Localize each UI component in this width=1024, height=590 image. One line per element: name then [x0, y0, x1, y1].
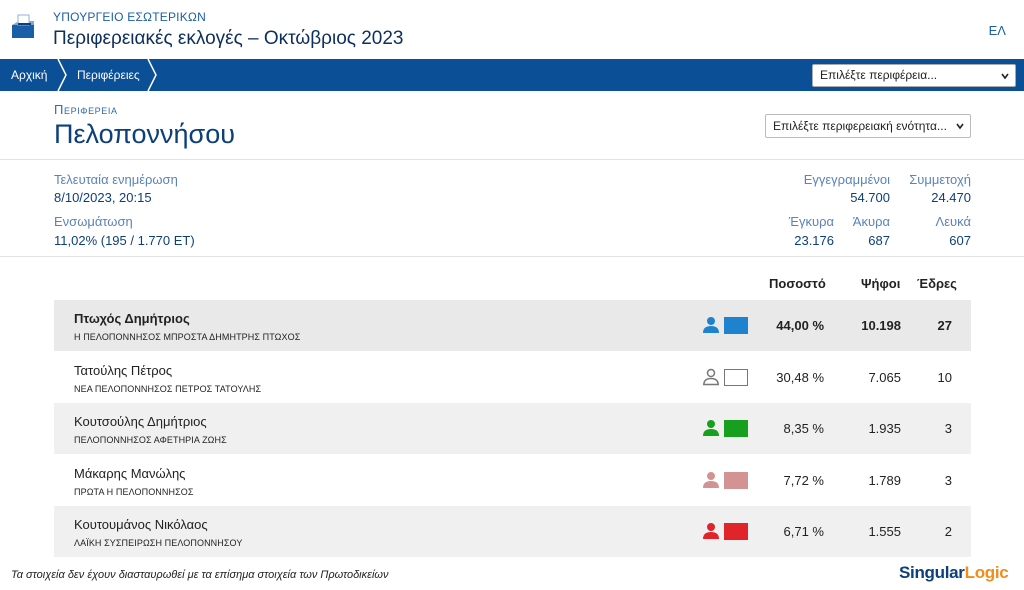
last-update-label: Τελευταία ενημέρωση	[54, 172, 178, 187]
table-row[interactable]: Μάκαρης Μανώλης ΠΡΩΤΑ Η ΠΕΛΟΠΟΝΝΗΣΟΣ 7,7…	[54, 455, 971, 506]
region-select[interactable]: Επιλέξτε περιφέρεια...	[812, 64, 1016, 87]
percentage-value: 44,00 %	[776, 318, 824, 333]
party-color-swatch	[724, 420, 748, 437]
percentage-value: 6,71 %	[783, 524, 824, 539]
page-title: Περιφερειακές εκλογές – Οκτώβριος 2023	[53, 28, 404, 49]
seats-value: 3	[944, 421, 952, 436]
party-name: ΠΡΩΤΑ Η ΠΕΛΟΠΟΝΝΗΣΟΣ	[74, 487, 194, 497]
votes-value: 10.198	[861, 318, 901, 333]
divider	[0, 256, 1024, 257]
app-header: ΥΠΟΥΡΓΕΙΟ ΕΣΩΤΕΡΙΚΩΝ Περιφερειακές εκλογ…	[0, 0, 1024, 59]
turnout-label: Συμμετοχή	[909, 172, 971, 187]
language-switch[interactable]: ΕΛ	[989, 23, 1006, 38]
candidate-name: Τατούλης Πέτρος	[74, 363, 173, 378]
ministry-label: ΥΠΟΥΡΓΕΙΟ ΕΣΩΤΕΡΙΚΩΝ	[53, 10, 206, 24]
region-select-value: Επιλέξτε περιφέρεια...	[820, 68, 938, 82]
regional-unit-select[interactable]: Επιλέξτε περιφερειακή ενότητα...	[765, 114, 971, 138]
invalid-label: Άκυρα	[852, 214, 890, 229]
person-outline-icon	[703, 368, 719, 386]
region-label: Περιφερεια	[54, 102, 118, 117]
candidate-name: Κουτουμάνος Νικόλαος	[74, 517, 208, 532]
candidate-name: Πτωχός Δημήτριος	[74, 311, 190, 326]
last-update-value: 8/10/2023, 20:15	[54, 190, 152, 205]
valid-value: 23.176	[794, 233, 834, 248]
chevron-right-icon	[57, 59, 67, 91]
table-row[interactable]: Κουτσούλης Δημήτριος ΠΕΛΟΠΟΝΝΗΣΟΣ ΑΦΕΤΗΡ…	[54, 403, 971, 454]
chevron-down-icon	[1001, 73, 1009, 80]
candidate-name: Κουτσούλης Δημήτριος	[74, 414, 207, 429]
table-row[interactable]: Πτωχός Δημήτριος Η ΠΕΛΟΠΟΝΝΗΣΟΣ ΜΠΡΟΣΤΑ …	[54, 300, 971, 351]
person-icon	[703, 317, 719, 333]
turnout-value: 24.470	[931, 190, 971, 205]
blank-value: 607	[949, 233, 971, 248]
table-row[interactable]: Τατούλης Πέτρος ΝΕΑ ΠΕΛΟΠΟΝΝΗΣΟΣ ΠΕΤΡΟΣ …	[54, 352, 971, 403]
votes-value: 7.065	[868, 370, 901, 385]
votes-value: 1.555	[868, 524, 901, 539]
party-name: ΛΑΪΚΗ ΣΥΣΠΕΙΡΩΣΗ ΠΕΛΟΠΟΝΝΗΣΟΥ	[74, 538, 243, 548]
party-color-swatch	[724, 369, 748, 386]
integration-value: 11,02% (195 / 1.770 ΕΤ)	[54, 233, 195, 248]
seats-value: 10	[937, 370, 952, 385]
blank-label: Λευκά	[935, 214, 971, 229]
table-row[interactable]: Κουτουμάνος Νικόλαος ΛΑΪΚΗ ΣΥΣΠΕΙΡΩΣΗ ΠΕ…	[54, 506, 971, 557]
person-icon	[703, 472, 719, 488]
invalid-value: 687	[868, 233, 890, 248]
percentage-value: 7,72 %	[783, 473, 824, 488]
brand-accent: Logic	[964, 563, 1009, 582]
percentage-value: 8,35 %	[783, 421, 824, 436]
column-header-seats: Έδρες	[917, 276, 957, 291]
valid-label: Έγκυρα	[788, 214, 834, 229]
region-name: Πελοποννήσου	[54, 119, 235, 149]
party-name: ΝΕΑ ΠΕΛΟΠΟΝΝΗΣΟΣ ΠΕΤΡΟΣ ΤΑΤΟΥΛΗΣ	[74, 384, 262, 394]
brand-logo: SingularLogic	[899, 563, 1009, 583]
seats-value: 3	[944, 473, 952, 488]
chevron-right-icon	[147, 59, 157, 91]
divider	[0, 159, 1024, 160]
candidate-name: Μάκαρης Μανώλης	[74, 466, 186, 481]
disclaimer-note: Τα στοιχεία δεν έχουν διασταυρωθεί με τα…	[11, 569, 389, 581]
registered-value: 54.700	[850, 190, 890, 205]
party-color-swatch	[724, 317, 748, 334]
regional-unit-select-value: Επιλέξτε περιφερειακή ενότητα...	[773, 119, 947, 133]
chevron-down-icon	[956, 123, 964, 130]
votes-value: 1.935	[868, 421, 901, 436]
votes-value: 1.789	[868, 473, 901, 488]
percentage-value: 30,48 %	[776, 370, 824, 385]
seats-value: 2	[944, 524, 952, 539]
column-header-votes: Ψήφοι	[861, 276, 901, 291]
breadcrumb-home-link[interactable]: Αρχική	[11, 59, 47, 91]
person-icon	[703, 420, 719, 436]
party-name: Η ΠΕΛΟΠΟΝΝΗΣΟΣ ΜΠΡΟΣΤΑ ΔΗΜΗΤΡΗΣ ΠΤΩΧΟΣ	[74, 332, 301, 342]
ballot-box-icon	[12, 14, 34, 38]
brand-main: Singular	[899, 563, 965, 582]
integration-label: Ενσωμάτωση	[54, 214, 133, 229]
registered-label: Εγγεγραμμένοι	[803, 172, 890, 187]
party-color-swatch	[724, 472, 748, 489]
breadcrumb-regions-link[interactable]: Περιφέρειες	[77, 59, 140, 91]
seats-value: 27	[937, 318, 952, 333]
party-color-swatch	[724, 523, 748, 540]
column-header-percentage: Ποσοστό	[769, 276, 826, 291]
person-icon	[703, 523, 719, 539]
party-name: ΠΕΛΟΠΟΝΝΗΣΟΣ ΑΦΕΤΗΡΙΑ ΖΩΗΣ	[74, 435, 227, 445]
